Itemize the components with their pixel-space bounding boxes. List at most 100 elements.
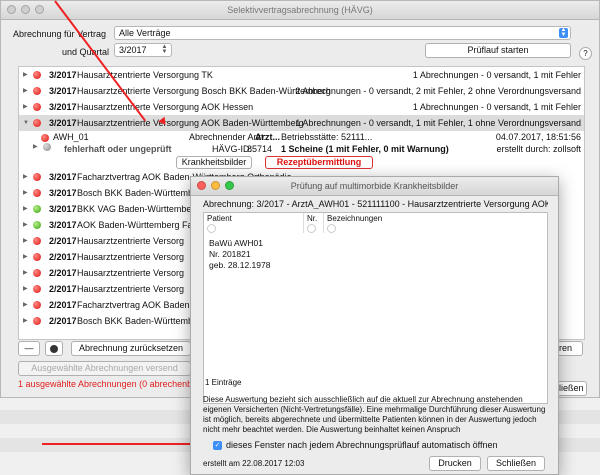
row-status: 1 Abrechnungen - 0 versandt, 1 mit Fehle… bbox=[412, 70, 581, 80]
zoom-window-icon[interactable] bbox=[35, 5, 44, 14]
reset-billing-button[interactable]: Abrechnung zurücksetzen bbox=[71, 341, 191, 356]
auto-open-checkbox[interactable]: ✓ bbox=[213, 441, 222, 450]
zoom-window-icon[interactable] bbox=[225, 181, 234, 190]
status-red-icon bbox=[33, 237, 41, 245]
help-button[interactable]: ? bbox=[579, 47, 592, 60]
status-red-icon bbox=[33, 103, 41, 111]
row-quarter: 3/2017 bbox=[49, 70, 77, 80]
row-contract: BKK VAG Baden-Württemberg bbox=[77, 204, 200, 214]
close-dialog-button[interactable]: Schließen bbox=[487, 456, 545, 471]
row-contract: Bosch BKK Baden-Württemb bbox=[77, 316, 194, 326]
status-red-icon bbox=[33, 285, 41, 293]
row-contract: Bosch BKK Baden-Württemberg bbox=[77, 188, 207, 198]
row-quarter: 2/2017 bbox=[49, 300, 77, 310]
disclosure-right-icon[interactable]: ▶ bbox=[23, 201, 28, 217]
billing-detail: AWH_01 ▶ fehlerhaft oder ungeprüft Abrec… bbox=[19, 131, 584, 169]
entry-count: 1 Einträge bbox=[205, 378, 242, 387]
disclosure-right-icon[interactable]: ▶ bbox=[23, 99, 28, 115]
detail-created-by: erstellt durch: zollsoft bbox=[496, 144, 581, 154]
column-header-nr[interactable]: Nr. bbox=[304, 213, 324, 233]
disclosure-right-icon[interactable]: ▶ bbox=[23, 297, 28, 313]
close-window-icon[interactable] bbox=[197, 181, 206, 190]
status-red-icon bbox=[33, 189, 41, 197]
disclosure-right-icon[interactable]: ▶ bbox=[23, 313, 28, 329]
main-titlebar: Selektivvertragsabrechnung (HÄVG) bbox=[1, 1, 599, 20]
column-header-bezeichnungen[interactable]: Bezeichnungen bbox=[324, 213, 547, 233]
remove-button[interactable]: — bbox=[18, 341, 40, 356]
quarter-select[interactable]: 3/2017 ▲ ▼ bbox=[114, 43, 172, 57]
row-contract: Hausarztzentrierte Versorgung Bosch BKK … bbox=[77, 86, 331, 96]
havg-label: HÄVG-ID: bbox=[212, 144, 253, 154]
print-button[interactable]: Drucken bbox=[429, 456, 481, 471]
diseases-button[interactable]: Krankheitsbilder bbox=[176, 156, 252, 169]
row-quarter: 3/2017 bbox=[49, 102, 77, 112]
disclosure-right-icon[interactable]: ▶ bbox=[23, 185, 28, 201]
minimize-window-icon[interactable] bbox=[211, 181, 220, 190]
send-selected-button[interactable]: Ausgewählte Abrechnungen versend bbox=[18, 361, 191, 376]
close-window-icon[interactable] bbox=[7, 5, 16, 14]
row-contract: Facharztvertrag AOK Baden bbox=[77, 300, 190, 310]
disclosure-right-icon[interactable]: ▶ bbox=[33, 143, 38, 150]
havg-value: 85714 bbox=[247, 144, 273, 154]
detail-id: AWH_01 bbox=[53, 132, 89, 142]
chevron-updown-icon: ▲ ▼ bbox=[559, 27, 568, 38]
row-quarter: 2/2017 bbox=[49, 252, 77, 262]
status-red-icon bbox=[33, 87, 41, 95]
disclosure-right-icon[interactable]: ▶ bbox=[23, 249, 28, 265]
list-item[interactable]: ▶ 3/2017 Hausarztzentrierte Versorgung T… bbox=[19, 67, 584, 83]
dialog-title: Prüfung auf multimorbide Krankheitsbilde… bbox=[290, 181, 459, 191]
list-item[interactable]: ▶ 3/2017 Hausarztzentrierte Versorgung B… bbox=[19, 83, 584, 99]
quarter-value: 3/2017 bbox=[119, 45, 147, 55]
detail-date: 04.07.2017, 18:51:56 bbox=[495, 132, 581, 142]
quarter-label: und Quartal bbox=[62, 47, 110, 57]
list-item-selected[interactable]: ▼ 3/2017 Hausarztzentrierte Versorgung A… bbox=[19, 115, 584, 131]
close-main-button[interactable]: ließen bbox=[557, 381, 587, 396]
status-red-icon bbox=[33, 269, 41, 277]
dialog-created-date: erstellt am 22.08.2017 12:03 bbox=[203, 459, 305, 468]
row-quarter: 2/2017 bbox=[49, 236, 77, 246]
status-green-icon bbox=[33, 205, 41, 213]
disclosure-right-icon[interactable]: ▶ bbox=[23, 233, 28, 249]
table-row[interactable]: BaWü AWH01 Nr. 201821 geb. 28.12.1978 bbox=[209, 238, 270, 271]
status-green-icon bbox=[33, 221, 41, 229]
column-label: Nr. bbox=[307, 214, 318, 223]
status-red-icon bbox=[33, 301, 41, 309]
disclosure-right-icon[interactable]: ▶ bbox=[23, 281, 28, 297]
row-quarter: 2/2017 bbox=[49, 284, 77, 294]
patient-name: BaWü AWH01 bbox=[209, 238, 264, 248]
disclosure-right-icon[interactable]: ▶ bbox=[23, 83, 28, 99]
partial-button[interactable]: ren bbox=[557, 341, 583, 356]
row-contract: Hausarztzentrierte Versorg bbox=[77, 268, 185, 278]
row-contract: AOK Baden-Württemberg Fac bbox=[77, 220, 198, 230]
row-quarter: 3/2017 bbox=[49, 118, 77, 128]
row-status: 1 Abrechnungen - 0 versandt, 1 mit Fehle… bbox=[295, 118, 581, 128]
auto-open-label: dieses Fenster nach jedem Abrechnungsprü… bbox=[226, 440, 498, 450]
status-red-icon bbox=[33, 317, 41, 325]
contract-select[interactable]: Alle Verträge ▲ ▼ bbox=[114, 26, 571, 40]
disclosure-right-icon[interactable]: ▶ bbox=[23, 217, 28, 233]
site-label: Betriebsstätte: 52111... bbox=[281, 132, 373, 142]
disclosure-right-icon[interactable]: ▶ bbox=[23, 169, 28, 185]
list-item[interactable]: ▶ 3/2017 Hausarztzentrierte Versorgung A… bbox=[19, 99, 584, 115]
disease-check-dialog: Prüfung auf multimorbide Krankheitsbilde… bbox=[190, 176, 559, 475]
doctor-value: Arzt... bbox=[255, 132, 281, 142]
refresh-button[interactable] bbox=[45, 341, 63, 356]
status-red-icon bbox=[33, 71, 41, 79]
start-check-button[interactable]: Prüflauf starten bbox=[425, 43, 571, 58]
row-quarter: 3/2017 bbox=[49, 188, 77, 198]
disclosure-right-icon[interactable]: ▶ bbox=[23, 265, 28, 281]
minimize-window-icon[interactable] bbox=[21, 5, 30, 14]
row-contract: Hausarztzentrierte Versorgung AOK Baden-… bbox=[77, 118, 304, 128]
disclosure-right-icon[interactable]: ▶ bbox=[23, 67, 28, 83]
row-contract: Hausarztzentrierte Versorg bbox=[77, 284, 185, 294]
disclosure-down-icon[interactable]: ▼ bbox=[23, 115, 29, 131]
row-quarter: 2/2017 bbox=[49, 316, 77, 326]
prescription-transfer-button[interactable]: Rezeptübermittlung bbox=[265, 156, 373, 169]
row-quarter: 2/2017 bbox=[49, 268, 77, 278]
column-header-patient[interactable]: Patient bbox=[204, 213, 304, 233]
status-red-icon bbox=[33, 119, 41, 127]
contract-label: Abrechnung für Vertrag bbox=[13, 29, 107, 39]
row-quarter: 3/2017 bbox=[49, 86, 77, 96]
dialog-subtitle: Abrechnung: 3/2017 - ArztA_AWH01 - 52111… bbox=[203, 199, 548, 209]
detail-state: fehlerhaft oder ungeprüft bbox=[64, 144, 172, 154]
